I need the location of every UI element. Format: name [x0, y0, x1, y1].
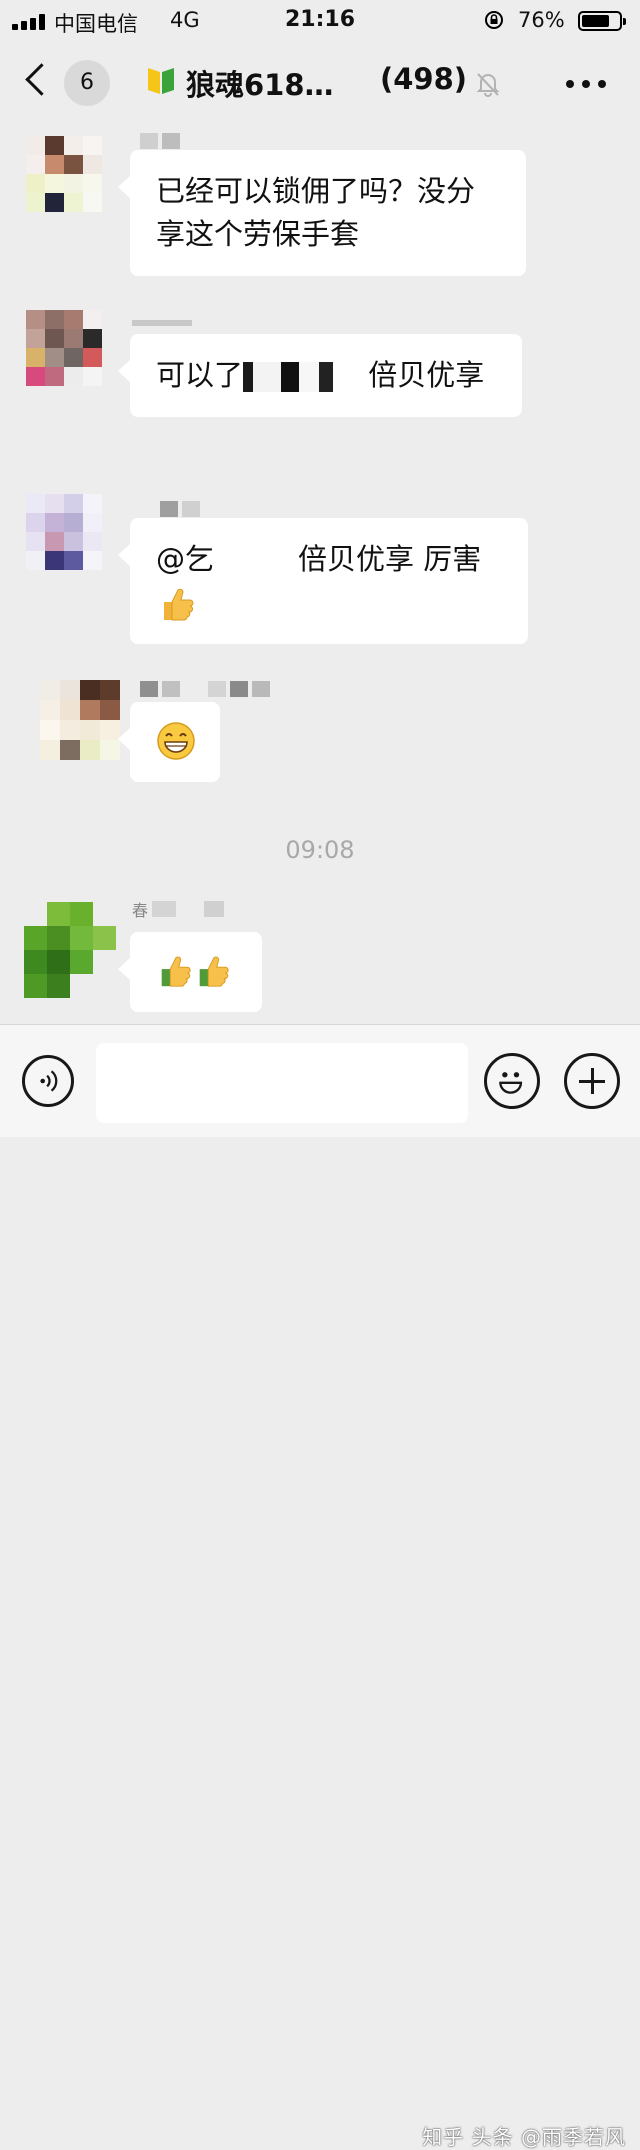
- message-text: 已经可以锁佣了吗？没分享这个劳保手套: [156, 174, 476, 251]
- sender-name-blurred: [140, 680, 270, 698]
- emoji-icon[interactable]: [484, 1053, 540, 1109]
- chat-header: 6 狼魂618… (498): [0, 40, 640, 128]
- status-bar: 中国电信 4G 21:16 76%: [0, 0, 640, 40]
- avatar[interactable]: [24, 902, 116, 998]
- message-text-end: 倍贝优享: [368, 358, 485, 392]
- avatar[interactable]: [26, 310, 102, 386]
- rotation-lock-icon: [485, 11, 503, 29]
- grinning-face-emoji: [157, 722, 195, 760]
- message-text-start: 可以了: [156, 358, 244, 392]
- member-count: (498): [380, 62, 468, 96]
- message-input[interactable]: [96, 1043, 468, 1123]
- redacted-name: [214, 546, 298, 576]
- message-timestamp: 09:08: [285, 836, 355, 864]
- input-bar: 知乎 头条 @雨季若风: [0, 1024, 640, 2149]
- sender-name-blurred: [140, 132, 180, 150]
- message-bubble[interactable]: 可以了 倍贝优享: [118, 334, 522, 417]
- watermark: 知乎 头条 @雨季若风: [422, 2125, 626, 2149]
- battery-icon: [578, 11, 626, 31]
- message-bubble[interactable]: @乞 倍贝优享 厉害: [118, 518, 528, 644]
- sender-name-blurred: 春: [132, 900, 225, 920]
- avatar[interactable]: [40, 680, 120, 760]
- avatar[interactable]: [26, 494, 102, 570]
- redacted-name: [243, 362, 360, 392]
- mute-bell-icon: [476, 73, 500, 97]
- thumbs-up-emoji: [161, 956, 191, 987]
- thumbs-up-emoji: [164, 588, 194, 621]
- green-leaf-badge-icon: [148, 68, 174, 94]
- chevron-left-icon[interactable]: [25, 63, 58, 96]
- avatar[interactable]: [26, 136, 102, 212]
- sender-name-blurred: [132, 314, 192, 332]
- battery-percent: 76%: [518, 8, 565, 32]
- thumbs-up-emoji: [199, 956, 229, 987]
- chat-title: 狼魂618…: [186, 68, 334, 102]
- message-text-start: @乞: [156, 542, 215, 576]
- more-dots-icon[interactable]: [566, 80, 606, 88]
- message-bubble[interactable]: [118, 932, 262, 1012]
- voice-icon[interactable]: [22, 1055, 74, 1107]
- message-text-end: 倍贝优享 厉害: [298, 542, 482, 576]
- sender-name-blurred: [160, 500, 200, 518]
- sender-name-char: 春: [132, 901, 149, 920]
- plus-icon[interactable]: [564, 1053, 620, 1109]
- message-bubble[interactable]: [118, 702, 220, 782]
- message-bubble[interactable]: 已经可以锁佣了吗？没分享这个劳保手套: [118, 150, 526, 276]
- message-list[interactable]: 已经可以锁佣了吗？没分享这个劳保手套 可以了 倍贝优享 @乞 倍贝优享 厉害 0…: [0, 128, 640, 1024]
- unread-count-badge[interactable]: 6: [64, 60, 110, 106]
